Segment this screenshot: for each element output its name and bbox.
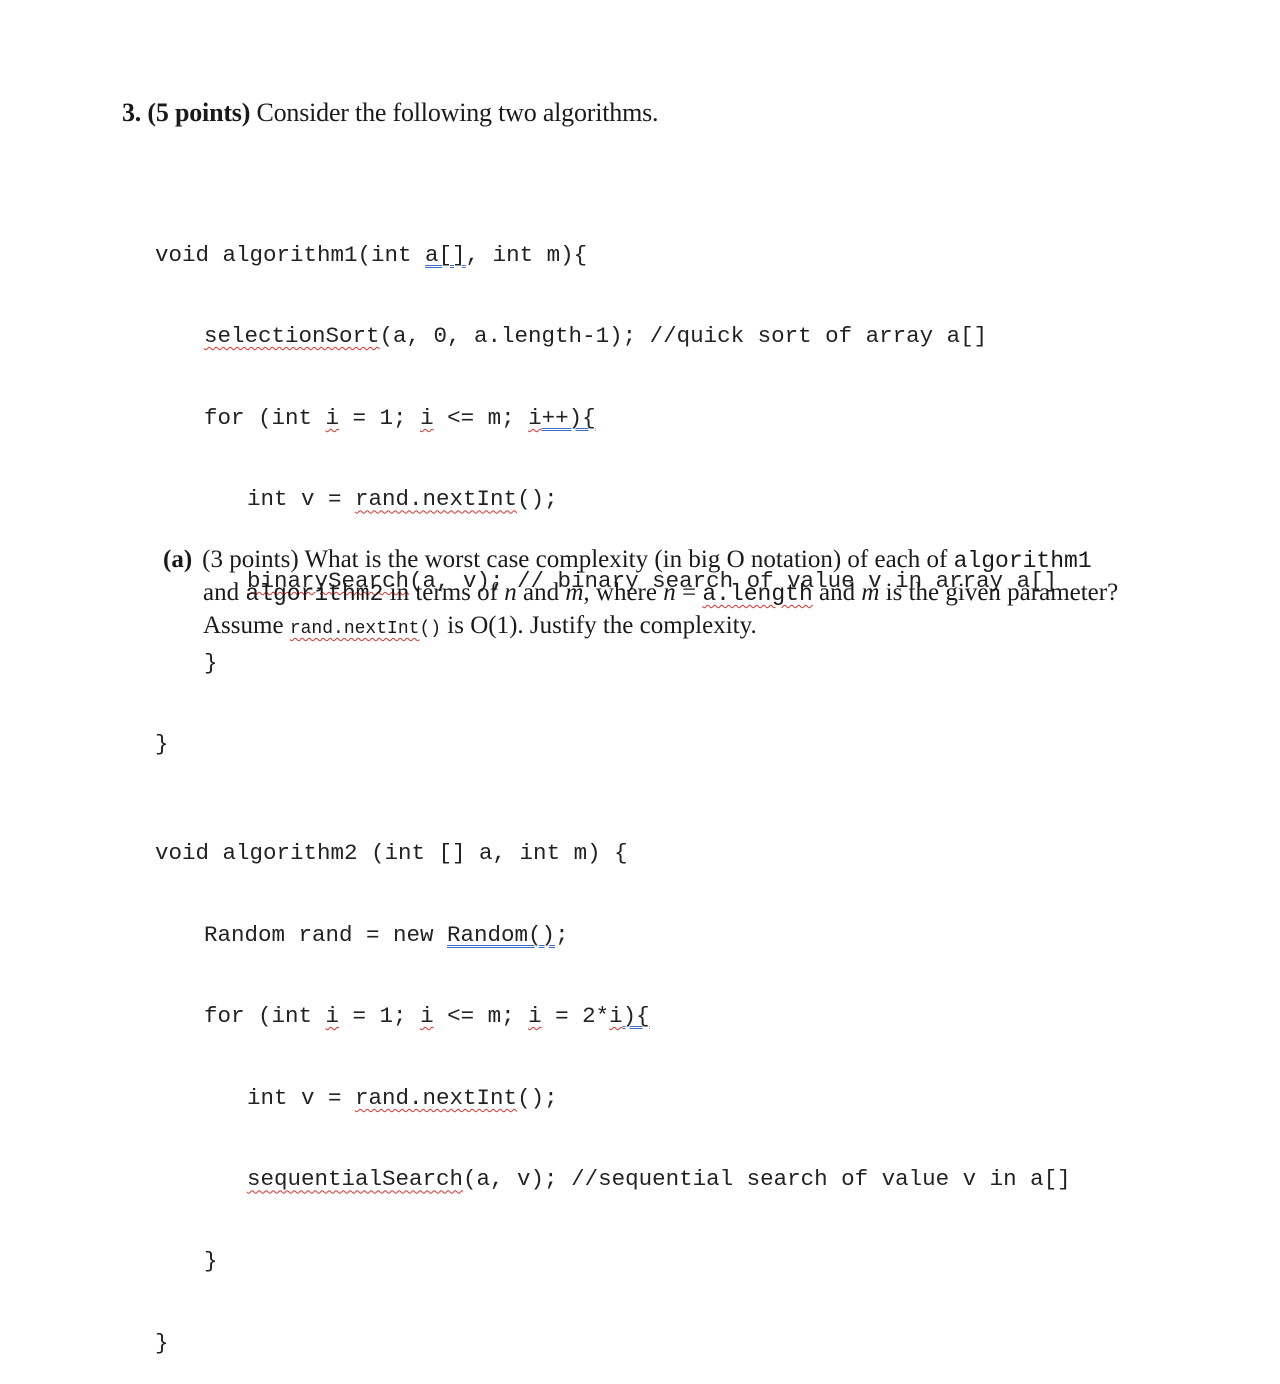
code-block: void algorithm1(int a[], int m){ selecti… <box>155 160 1071 1384</box>
spellcheck-flag: i <box>420 404 434 431</box>
spellcheck-flag: selectionSort <box>204 323 380 350</box>
part-a-text: is the given parameter? <box>879 579 1119 606</box>
code-text: = 1; <box>339 404 421 431</box>
spellcheck-flag: sequentialSearch <box>247 1166 464 1193</box>
part-a-line-3: Assume rand.nextInt() is O(1). Justify t… <box>163 609 1118 642</box>
code-line-algorithm2-signature: void algorithm2 (int [] a, int m) { <box>155 839 628 866</box>
code-text: <= m; <box>433 404 529 431</box>
part-a-line-2: and algorithm2 in terms of n and m, wher… <box>163 576 1118 609</box>
grammar-flag: ++){ <box>541 404 596 431</box>
question-number: 3. <box>122 98 142 127</box>
part-a-text: = <box>675 579 703 606</box>
part-a-text: (3 points) What is the worst case comple… <box>202 546 954 573</box>
inline-code-spellcheck-flag: rand.nextInt <box>289 619 420 639</box>
spellcheck-flag: i <box>420 1003 434 1030</box>
grammar-flag: a[] <box>425 241 466 268</box>
part-a-text: , where <box>583 579 664 606</box>
grammar-flag: ){ <box>622 1003 650 1030</box>
inline-code-spellcheck-flag: a.length <box>702 581 813 607</box>
code-text: void algorithm1(int <box>155 241 426 268</box>
spellcheck-flag: rand.nextInt <box>355 486 518 513</box>
variable-m: m <box>565 579 584 606</box>
part-a-text: and <box>812 579 862 606</box>
code-text: (); <box>517 486 558 513</box>
question-points: (5 points) <box>147 98 251 127</box>
part-a-question: (a) (3 points) What is the worst case com… <box>163 543 1118 642</box>
spellcheck-flag: i <box>325 404 340 431</box>
code-line-close-algorithm1: } <box>155 731 169 758</box>
part-a-text: in terms of <box>383 579 505 606</box>
variable-n: n <box>504 579 517 606</box>
inline-code: algorithm2 <box>245 581 384 607</box>
part-a-text: is O(1). Justify the complexity. <box>441 612 757 639</box>
spellcheck-flag: rand.nextInt <box>355 1084 518 1111</box>
part-a-text: and <box>203 579 246 606</box>
code-text: (); <box>517 1084 558 1111</box>
code-line-sequential-search: sequentialSearch(a, v); //sequential sea… <box>155 1166 1071 1193</box>
code-text: , int m){ <box>465 241 588 268</box>
code-line-for-loop-1: for (int i = 1; i <= m; i++){ <box>155 405 1071 432</box>
part-a-line-1: (a) (3 points) What is the worst case com… <box>163 543 1118 576</box>
code-line-close-algorithm2: } <box>155 1329 169 1356</box>
code-text: <= m; <box>433 1003 529 1030</box>
question-prompt: Consider the following two algorithms. <box>250 98 659 127</box>
question-header: 3. (5 points) Consider the following two… <box>122 98 659 128</box>
inline-code: algorithm1 <box>953 548 1092 574</box>
spellcheck-flag: i <box>528 1003 542 1030</box>
spellcheck-flag: i <box>325 1003 340 1030</box>
code-line-close-loop-2: } <box>204 1247 218 1274</box>
code-line-for-loop-2: for (int i = 1; i <= m; i = 2*i){ <box>155 1003 1071 1030</box>
code-line-algorithm1-signature: void algorithm1(int a[], int m){ <box>155 242 1071 269</box>
code-text: for (int <box>204 404 326 431</box>
inline-code: () <box>419 619 442 639</box>
code-text: ; <box>555 921 569 948</box>
code-text: (a, 0, a.length-1); //quick sort of arra… <box>379 323 988 350</box>
code-text: Random rand = new <box>204 921 448 948</box>
code-line-random-init: Random rand = new Random(); <box>155 922 1071 949</box>
code-line-selection-sort: selectionSort(a, 0, a.length-1); //quick… <box>155 323 1071 350</box>
code-text: = 2* <box>541 1003 610 1030</box>
code-text: for (int <box>204 1003 326 1030</box>
code-line-next-int-1: int v = rand.nextInt(); <box>155 486 1071 513</box>
code-text: int v = <box>247 1084 356 1111</box>
code-line-close-loop-1: } <box>204 649 218 676</box>
part-a-text: Assume <box>203 612 290 639</box>
spellcheck-flag: i <box>609 1003 623 1030</box>
part-a-text: and <box>516 579 566 606</box>
part-a-label: (a) <box>163 546 193 573</box>
variable-n: n <box>663 579 676 606</box>
code-line-next-int-2: int v = rand.nextInt(); <box>155 1085 1071 1112</box>
variable-m: m <box>861 579 880 606</box>
spellcheck-flag: i <box>528 404 542 431</box>
code-text: = 1; <box>339 1003 421 1030</box>
grammar-flag: Random() <box>447 921 556 948</box>
code-text: int v = <box>247 486 356 513</box>
code-text: (a, v); //sequential search of value v i… <box>463 1166 1071 1193</box>
